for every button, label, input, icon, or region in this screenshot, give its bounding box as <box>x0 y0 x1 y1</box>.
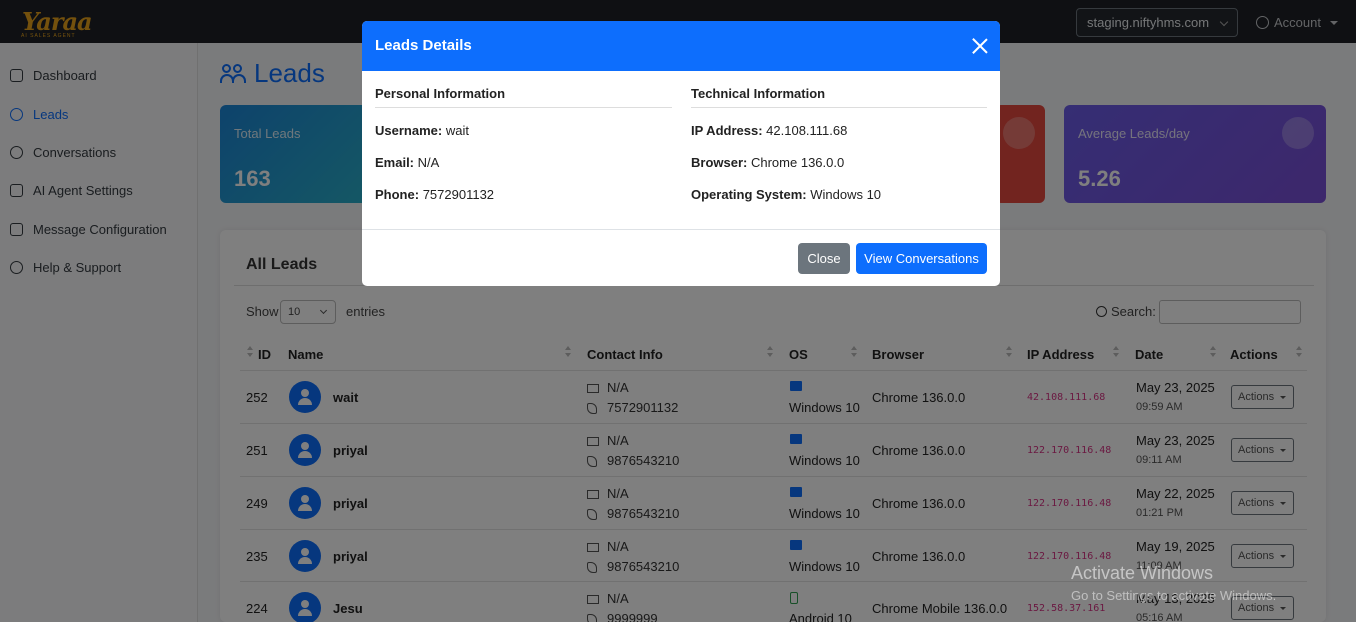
personal-info-title: Personal Information <box>375 86 506 101</box>
username-label: Username: <box>375 123 443 138</box>
modal-header: Leads Details <box>362 21 1000 71</box>
modal-title: Leads Details <box>375 37 472 54</box>
view-conversations-button[interactable]: View Conversations <box>856 243 987 274</box>
activate-windows-hint: Go to Settings to activate Windows. <box>1071 588 1277 603</box>
close-icon[interactable] <box>972 38 988 54</box>
os-info: Operating System: Windows 10 <box>691 187 881 202</box>
ip-info: IP Address: 42.108.111.68 <box>691 123 847 138</box>
divider <box>691 107 987 108</box>
divider <box>362 229 1000 230</box>
leads-details-modal: Leads Details Personal Information Techn… <box>362 21 1000 286</box>
phone-value: 7572901132 <box>422 187 495 202</box>
technical-info-title: Technical Information <box>691 86 826 101</box>
close-button[interactable]: Close <box>798 243 850 274</box>
divider <box>375 107 672 108</box>
username-info: Username: wait <box>375 123 469 138</box>
ip-value: 42.108.111.68 <box>766 123 848 138</box>
os-label: Operating System: <box>691 187 807 202</box>
phone-info: Phone: 7572901132 <box>375 187 494 202</box>
email-label: Email: <box>375 155 415 170</box>
os-value: Windows 10 <box>810 187 882 202</box>
ip-label: IP Address: <box>691 123 763 138</box>
phone-label: Phone: <box>375 187 420 202</box>
email-info: Email: N/A <box>375 155 439 170</box>
email-value: N/A <box>417 155 440 170</box>
browser-value: Chrome 136.0.0 <box>750 155 845 170</box>
browser-info: Browser: Chrome 136.0.0 <box>691 155 844 170</box>
username-value: wait <box>445 123 469 138</box>
browser-label: Browser: <box>691 155 748 170</box>
activate-windows-watermark: Activate Windows <box>1071 563 1214 583</box>
